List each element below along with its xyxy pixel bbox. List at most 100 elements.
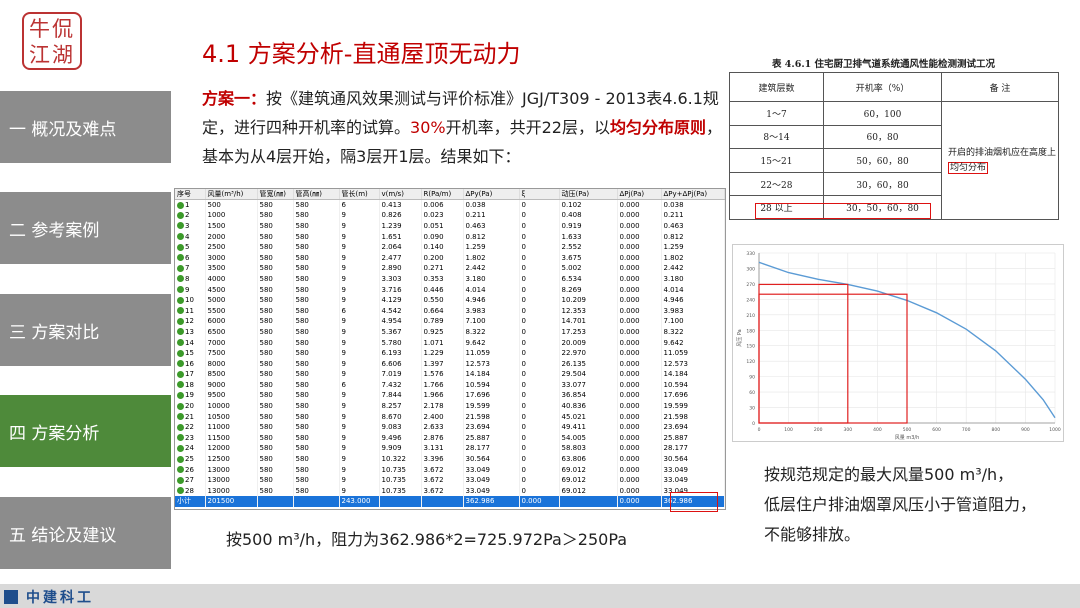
- scheme-label: 方案一：: [202, 89, 267, 108]
- table-cell: 4.954: [379, 316, 422, 327]
- table-row[interactable]: 3 1500 580 580 9 1.239 0.051 0.463 0 0.919 0.000 0.…: [175, 220, 725, 232]
- table-row[interactable]: 7 3500 580 580 9 2.890 0.271 2.442 0 5.002 0.000 2.…: [175, 263, 725, 274]
- table-row[interactable]: 24 12000 580 580 9 9.909 3.131 28.177 0 58.803 0.0…: [175, 443, 725, 454]
- table-cell: 19.599: [661, 400, 725, 412]
- ref-cell: 22～28: [729, 171, 824, 197]
- table-cell: 0.919: [559, 220, 618, 232]
- table-cell: 580: [293, 485, 340, 497]
- table-cell: 9: [339, 411, 380, 422]
- table-row[interactable]: 8 4000 580 580 9 3.303 0.353 3.180 0 6.534 0.000 3.…: [175, 273, 725, 285]
- table-row[interactable]: 23 11500 580 580 9 9.496 2.876 25.887 0 54.005 0.0…: [175, 432, 725, 444]
- column-header[interactable]: 风量(m³/h): [205, 189, 258, 200]
- table-row[interactable]: 11 5500 580 580 6 4.542 0.664 3.983 0 12.353 0.000…: [175, 305, 725, 317]
- table-cell: 8.322: [463, 326, 520, 338]
- table-row-total[interactable]: 小计 201500 243.000 362.986 0.000 0.000 362.986: [175, 496, 725, 507]
- table-row[interactable]: 2 1000 580 580 9 0.826 0.023 0.211 0 0.408 0.000 0.…: [175, 210, 725, 221]
- table-cell: 0: [519, 199, 560, 211]
- table-row[interactable]: 16 8000 580 580 9 6.606 1.397 12.573 0 26.135 0.00…: [175, 358, 725, 369]
- table-row[interactable]: 1 500 580 580 6 0.413 0.006 0.038 0 0.102 0.000 0.0…: [175, 199, 725, 211]
- table-cell: 23.694: [463, 421, 520, 433]
- column-header[interactable]: ΔPj(Pa): [617, 189, 662, 200]
- row-status-icon: [177, 391, 184, 399]
- sidebar-item-reference[interactable]: 二 参考案例: [0, 192, 171, 264]
- table-row[interactable]: 15 7500 580 580 9 6.193 1.229 11.059 0 22.970 0.00…: [175, 347, 725, 359]
- table-cell: 14: [175, 337, 206, 348]
- table-row[interactable]: 17 8500 580 580 9 7.019 1.576 14.184 0 29.504 0.00…: [175, 369, 725, 380]
- sidebar-item-compare[interactable]: 三 方案对比: [0, 294, 171, 366]
- table-row[interactable]: 20 10000 580 580 9 8.257 2.178 19.599 0 40.836 0.0…: [175, 400, 725, 412]
- column-header[interactable]: 管宽(㎜): [257, 189, 294, 200]
- column-header[interactable]: R(Pa/m): [421, 189, 464, 200]
- table-row[interactable]: 22 11000 580 580 9 9.083 2.633 23.694 0 49.411 0.0…: [175, 421, 725, 433]
- table-cell: 3.716: [379, 284, 422, 295]
- table-cell: 33.077: [559, 379, 618, 391]
- highlight-box-28: [755, 203, 931, 219]
- table-row[interactable]: 13 6500 580 580 9 5.367 0.925 8.322 0 17.253 0.000…: [175, 326, 725, 338]
- table-cell: 580: [257, 241, 294, 253]
- column-header[interactable]: ξ: [519, 189, 560, 200]
- column-header[interactable]: 序号: [175, 189, 206, 200]
- table-row[interactable]: 12 6000 580 580 9 4.954 0.789 7.100 0 14.701 0.000…: [175, 316, 725, 327]
- table-cell: 580: [293, 390, 340, 401]
- column-header[interactable]: 动压(Pa): [559, 189, 618, 200]
- column-header[interactable]: ΔPy(Pa): [463, 189, 520, 200]
- table-cell: 1.259: [661, 241, 725, 253]
- row-index: 1: [185, 201, 190, 210]
- table-cell: 6: [339, 305, 380, 317]
- table-row[interactable]: 21 10500 580 580 9 8.670 2.400 21.598 0 45.021 0.0…: [175, 411, 725, 422]
- table-cell: 500: [205, 199, 258, 211]
- column-header[interactable]: 管高(㎜): [293, 189, 340, 200]
- table-cell: 6.534: [559, 273, 618, 285]
- row-index: 27: [185, 476, 194, 485]
- sidebar-item-conclusion[interactable]: 五 结论及建议: [0, 497, 171, 569]
- table-cell: 0.000: [617, 316, 662, 327]
- column-header[interactable]: ΔPy+ΔPj(Pa): [661, 189, 725, 200]
- table-row[interactable]: 14 7000 580 580 9 5.780 1.071 9.642 0 20.009 0.000…: [175, 337, 725, 348]
- row-status-icon: [177, 381, 184, 389]
- table-cell: 11500: [205, 432, 258, 444]
- table-cell: [559, 496, 618, 507]
- table-cell: 0: [519, 369, 560, 380]
- table-cell: 3.396: [421, 453, 464, 465]
- column-header[interactable]: v(m/s): [379, 189, 422, 200]
- table-cell: 0: [519, 443, 560, 454]
- table-cell: 0: [519, 231, 560, 242]
- table-cell: 1.397: [421, 358, 464, 369]
- table-cell: 0.000: [617, 241, 662, 253]
- x-tick-label: 700: [962, 427, 971, 433]
- table-cell: 0.925: [421, 326, 464, 338]
- table-cell: 580: [257, 316, 294, 327]
- table-row[interactable]: 18 9000 580 580 6 7.432 1.766 10.594 0 33.077 0.00…: [175, 379, 725, 391]
- table-cell: 0.000: [617, 231, 662, 242]
- table-cell: 2.442: [463, 263, 520, 274]
- table-row[interactable]: 4 2000 580 580 9 1.651 0.090 0.812 0 1.633 0.000 0.…: [175, 231, 725, 242]
- table-cell: [293, 496, 340, 507]
- table-cell: 0.000: [617, 411, 662, 422]
- table-cell: 3.983: [661, 305, 725, 317]
- table-row[interactable]: 6 3000 580 580 9 2.477 0.200 1.802 0 3.675 0.000 1.…: [175, 252, 725, 264]
- table-cell: 9: [339, 432, 380, 444]
- table-cell: 36.854: [559, 390, 618, 401]
- table-cell: 28.177: [661, 443, 725, 454]
- table-cell: 11: [175, 305, 206, 317]
- table-row[interactable]: 28 13000 580 580 9 10.735 3.672 33.049 0 69.012 0.…: [175, 485, 725, 497]
- table-cell: 0.000: [617, 432, 662, 444]
- table-row[interactable]: 26 13000 580 580 9 10.735 3.672 33.049 0 69.012 0.…: [175, 464, 725, 475]
- column-header[interactable]: 管长(m): [339, 189, 380, 200]
- table-row[interactable]: 5 2500 580 580 9 2.064 0.140 1.259 0 2.552 0.000 1.…: [175, 241, 725, 253]
- table-row[interactable]: 19 9500 580 580 9 7.844 1.966 17.696 0 36.854 0.00…: [175, 390, 725, 401]
- table-cell: 0: [519, 464, 560, 475]
- table-cell: 0.000: [617, 284, 662, 295]
- table-cell: 0.463: [661, 220, 725, 232]
- table-cell: 9: [175, 284, 206, 295]
- table-row[interactable]: 27 13000 580 580 9 10.735 3.672 33.049 0 69.012 0.…: [175, 474, 725, 486]
- table-row[interactable]: 25 12500 580 580 9 10.322 3.396 30.564 0 63.806 0.…: [175, 453, 725, 465]
- table-cell: 5500: [205, 305, 258, 317]
- sidebar-item-analysis[interactable]: 四 方案分析: [0, 395, 171, 467]
- row-index: 10: [185, 296, 194, 305]
- table-row[interactable]: 9 4500 580 580 9 3.716 0.446 4.014 0 8.269 0.000 4.…: [175, 284, 725, 295]
- table-row[interactable]: 10 5000 580 580 9 4.129 0.550 4.946 0 10.209 0.000…: [175, 294, 725, 306]
- table-cell: 69.012: [559, 474, 618, 486]
- sidebar-item-overview[interactable]: 一 概况及难点: [0, 91, 171, 163]
- table-cell: 10: [175, 294, 206, 306]
